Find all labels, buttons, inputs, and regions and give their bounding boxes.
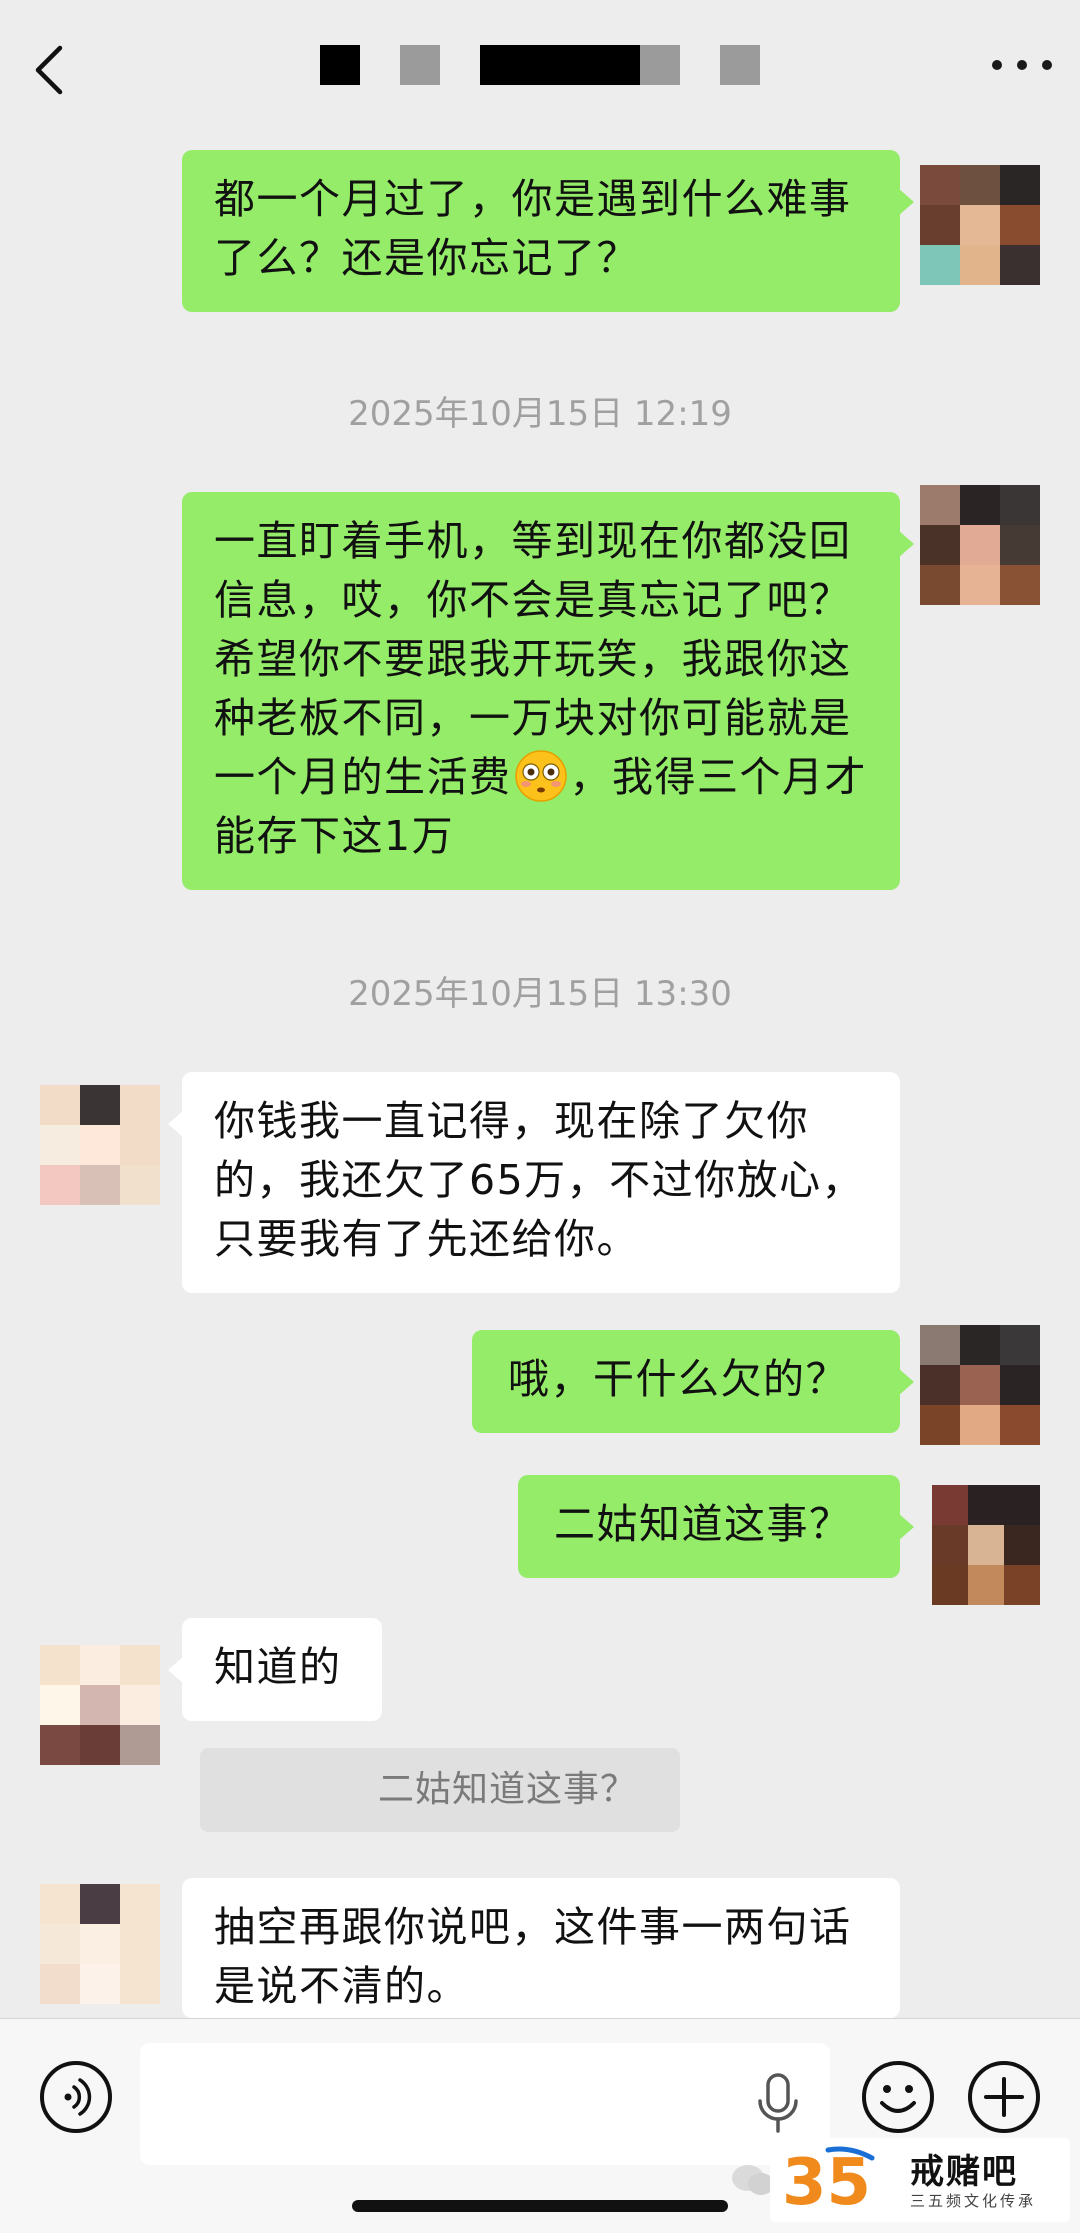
own-avatar[interactable] bbox=[920, 485, 1040, 605]
flushed-face-emoji-icon bbox=[514, 750, 567, 802]
home-indicator[interactable] bbox=[352, 2200, 728, 2212]
message-timestamp: 2025年10月15日 12:19 bbox=[348, 394, 732, 434]
message-bubble-received[interactable]: 知道的 bbox=[168, 1618, 382, 1721]
smiley-icon[interactable] bbox=[860, 2059, 936, 2135]
message-text-input[interactable] bbox=[140, 2043, 830, 2165]
brand-watermark: 35 戒赌吧 三五频文化传承 bbox=[770, 2138, 1070, 2222]
own-avatar[interactable] bbox=[920, 165, 1040, 285]
own-avatar[interactable] bbox=[920, 1325, 1040, 1445]
contact-avatar[interactable] bbox=[40, 1645, 160, 1765]
watermark-number: 35 bbox=[782, 2146, 871, 2218]
contact-avatar[interactable] bbox=[40, 1884, 160, 2004]
redacted-chat-title bbox=[320, 45, 770, 85]
voice-toggle-icon[interactable] bbox=[38, 2059, 114, 2135]
plus-icon[interactable] bbox=[966, 2059, 1042, 2135]
message-bubble-sent[interactable]: 一直盯着手机，等到现在你都没回信息，哎，你不会是真忘记了吧？希望你不要跟我开玩笑… bbox=[182, 492, 914, 890]
quoted-message[interactable]: 二姑知道这事？ bbox=[200, 1748, 680, 1832]
contact-avatar[interactable] bbox=[40, 1085, 160, 1205]
message-bubble-sent[interactable]: 二姑知道这事？ bbox=[518, 1475, 914, 1578]
message-bubble-received[interactable]: 抽空再跟你说吧，这件事一两句话是说不清的。 bbox=[182, 1878, 900, 2018]
own-avatar[interactable] bbox=[932, 1485, 1040, 1605]
brand-logo-icon: 35 bbox=[782, 2146, 875, 2218]
chevron-left-icon[interactable] bbox=[30, 40, 70, 100]
message-timestamp: 2025年10月15日 13:30 bbox=[348, 974, 732, 1014]
watermark-name: 戒赌吧 bbox=[910, 2152, 1018, 2192]
more-dots-icon[interactable] bbox=[992, 56, 1052, 74]
microphone-icon[interactable] bbox=[755, 2071, 801, 2137]
watermark-tagline: 三五频文化传承 bbox=[910, 2192, 1037, 2210]
message-bubble-sent[interactable]: 哦，干什么欠的？ bbox=[472, 1330, 914, 1433]
message-bubble-received[interactable]: 你钱我一直记得，现在除了欠你的，我还欠了65万，不过你放心，只要我有了先还给你。 bbox=[168, 1072, 900, 1293]
chat-header bbox=[0, 0, 1080, 135]
message-bubble-sent[interactable]: 都一个月过了，你是遇到什么难事了么？还是你忘记了？ bbox=[182, 150, 914, 312]
